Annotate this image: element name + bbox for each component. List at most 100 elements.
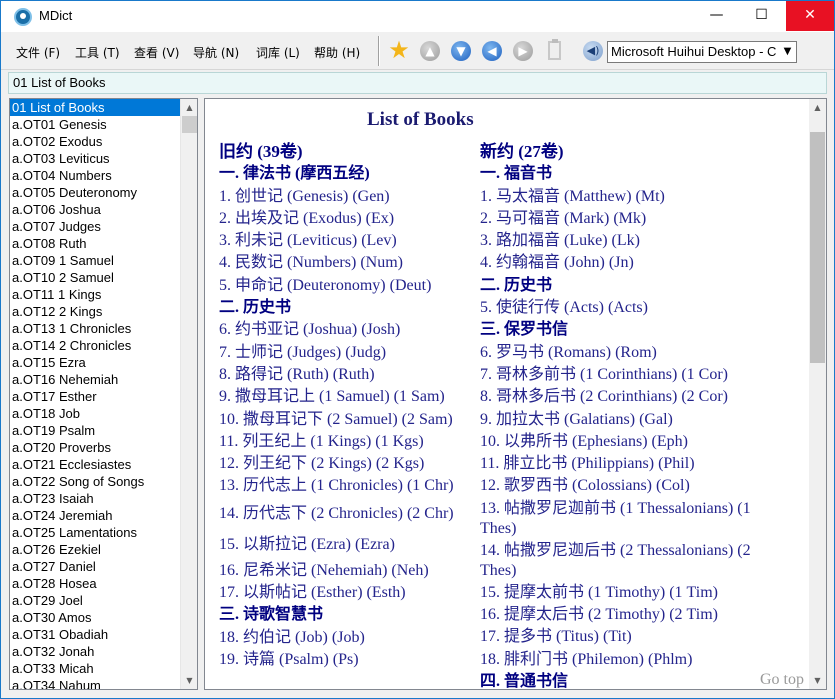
- book-entry[interactable]: 9. 加拉太书 (Galatians) (Gal): [480, 409, 786, 431]
- word-list-item[interactable]: a.OT17 Esther: [10, 388, 181, 405]
- book-entry[interactable]: 3. 利未记 (Leviticus) (Lev): [219, 230, 474, 252]
- word-list-item[interactable]: a.OT30 Amos: [10, 609, 181, 626]
- book-entry[interactable]: 7. 哥林多前书 (1 Corinthians) (1 Cor): [480, 364, 786, 386]
- word-list-item[interactable]: a.OT31 Obadiah: [10, 626, 181, 643]
- copy-button[interactable]: [542, 39, 566, 63]
- word-list-item[interactable]: a.OT25 Lamentations: [10, 524, 181, 541]
- book-entry[interactable]: 19. 诗篇 (Psalm) (Ps): [219, 649, 474, 671]
- book-entry[interactable]: 15. 以斯拉记 (Ezra) (Ezra): [219, 529, 474, 560]
- scroll-up-icon[interactable]: ▲: [181, 99, 197, 116]
- word-list-item[interactable]: a.OT34 Nahum: [10, 677, 181, 689]
- chevron-down-icon[interactable]: ▼: [779, 42, 796, 62]
- menu-file[interactable]: 文件 (F): [16, 44, 60, 61]
- book-entry[interactable]: 8. 哥林多后书 (2 Corinthians) (2 Cor): [480, 386, 786, 408]
- book-entry[interactable]: 1. 马太福音 (Matthew) (Mt): [480, 186, 786, 208]
- word-list-item[interactable]: a.OT06 Joshua: [10, 201, 181, 218]
- book-entry[interactable]: 6. 约书亚记 (Joshua) (Josh): [219, 319, 474, 341]
- book-entry[interactable]: 18. 腓利门书 (Philemon) (Phlm): [480, 649, 786, 671]
- word-list-scroll-thumb[interactable]: [182, 116, 197, 133]
- maximize-button[interactable]: ☐: [739, 1, 784, 31]
- content-scrollbar[interactable]: ▲ ▼: [809, 99, 826, 689]
- word-list-item[interactable]: a.OT01 Genesis: [10, 116, 181, 133]
- book-entry[interactable]: 13. 帖撒罗尼迦前书 (1 Thessalonians) (1 Thes): [480, 498, 786, 540]
- menu-navigate[interactable]: 导航 (N): [193, 44, 239, 61]
- word-list-item[interactable]: a.OT22 Song of Songs: [10, 473, 181, 490]
- word-list-item[interactable]: a.OT09 1 Samuel: [10, 252, 181, 269]
- book-entry[interactable]: 9. 撒母耳记上 (1 Samuel) (1 Sam): [219, 386, 474, 408]
- word-list-item[interactable]: a.OT13 1 Chronicles: [10, 320, 181, 337]
- book-entry[interactable]: 15. 提摩太前书 (1 Timothy) (1 Tim): [480, 582, 786, 604]
- word-list-scrollbar[interactable]: ▲ ▼: [180, 99, 197, 689]
- scroll-down-icon[interactable]: ▼: [809, 672, 826, 689]
- menu-view[interactable]: 查看 (V): [134, 44, 179, 61]
- word-list-item[interactable]: a.OT32 Jonah: [10, 643, 181, 660]
- forward-button[interactable]: ▶: [511, 39, 535, 63]
- word-list-item[interactable]: a.OT23 Isaiah: [10, 490, 181, 507]
- word-list-item[interactable]: a.OT16 Nehemiah: [10, 371, 181, 388]
- word-list-item[interactable]: a.OT04 Numbers: [10, 167, 181, 184]
- book-entry[interactable]: 8. 路得记 (Ruth) (Ruth): [219, 364, 474, 386]
- book-entry[interactable]: 4. 约翰福音 (John) (Jn): [480, 252, 786, 274]
- book-entry[interactable]: 16. 尼希米记 (Nehemiah) (Neh): [219, 560, 474, 582]
- book-entry[interactable]: 2. 马可福音 (Mark) (Mk): [480, 208, 786, 230]
- word-list-item[interactable]: a.OT33 Micah: [10, 660, 181, 677]
- book-entry[interactable]: 1. 创世记 (Genesis) (Gen): [219, 186, 474, 208]
- word-list-item[interactable]: a.OT28 Hosea: [10, 575, 181, 592]
- book-entry[interactable]: 3. 路加福音 (Luke) (Lk): [480, 230, 786, 252]
- word-list-item[interactable]: a.OT24 Jeremiah: [10, 507, 181, 524]
- book-entry[interactable]: 17. 提多书 (Titus) (Tit): [480, 626, 786, 648]
- favorite-button[interactable]: ★: [387, 37, 411, 63]
- word-list-item[interactable]: a.OT19 Psalm: [10, 422, 181, 439]
- word-list-item[interactable]: a.OT11 1 Kings: [10, 286, 181, 303]
- word-list-item[interactable]: a.OT02 Exodus: [10, 133, 181, 150]
- scroll-up-icon[interactable]: ▲: [809, 99, 826, 116]
- scroll-down-icon[interactable]: ▼: [181, 672, 197, 689]
- previous-entry-button[interactable]: ▲: [418, 39, 442, 63]
- word-list-item[interactable]: a.OT14 2 Chronicles: [10, 337, 181, 354]
- menu-help[interactable]: 帮助 (H): [314, 44, 360, 61]
- book-entry[interactable]: 4. 民数记 (Numbers) (Num): [219, 252, 474, 274]
- book-entry[interactable]: 7. 士师记 (Judges) (Judg): [219, 342, 474, 364]
- book-entry[interactable]: 12. 列王纪下 (2 Kings) (2 Kgs): [219, 453, 474, 475]
- book-entry[interactable]: 12. 歌罗西书 (Colossians) (Col): [480, 475, 786, 497]
- content-scroll-thumb[interactable]: [810, 132, 825, 363]
- book-entry[interactable]: 16. 提摩太后书 (2 Timothy) (2 Tim): [480, 604, 786, 626]
- book-entry[interactable]: 13. 历代志上 (1 Chronicles) (1 Chr): [219, 475, 474, 497]
- back-button[interactable]: ◀: [480, 39, 504, 63]
- word-list-item[interactable]: a.OT29 Joel: [10, 592, 181, 609]
- voice-select[interactable]: Microsoft Huihui Desktop - C ▼: [607, 41, 797, 63]
- book-entry[interactable]: 2. 出埃及记 (Exodus) (Ex): [219, 208, 474, 230]
- word-list-item[interactable]: a.OT15 Ezra: [10, 354, 181, 371]
- search-input[interactable]: 01 List of Books: [8, 72, 827, 94]
- book-entry[interactable]: 18. 约伯记 (Job) (Job): [219, 627, 474, 649]
- word-list-item[interactable]: a.OT26 Ezekiel: [10, 541, 181, 558]
- word-list-item[interactable]: a.OT05 Deuteronomy: [10, 184, 181, 201]
- menu-library[interactable]: 词库 (L): [256, 44, 300, 61]
- word-list-item[interactable]: a.OT21 Ecclesiastes: [10, 456, 181, 473]
- word-list-item[interactable]: a.OT18 Job: [10, 405, 181, 422]
- book-entry[interactable]: 14. 历代志下 (2 Chronicles) (2 Chr): [219, 498, 474, 529]
- book-entry[interactable]: 17. 以斯帖记 (Esther) (Esth): [219, 582, 474, 604]
- book-entry[interactable]: 14. 帖撒罗尼迦后书 (2 Thessalonians) (2 Thes): [480, 540, 786, 582]
- speak-button[interactable]: ◀): [581, 39, 605, 63]
- book-entry[interactable]: 5. 申命记 (Deuteronomy) (Deut): [219, 275, 474, 297]
- book-entry[interactable]: 5. 使徒行传 (Acts) (Acts): [480, 297, 786, 319]
- close-button[interactable]: ✕: [786, 1, 834, 31]
- word-list-item[interactable]: a.OT07 Judges: [10, 218, 181, 235]
- word-list-item[interactable]: a.OT03 Leviticus: [10, 150, 181, 167]
- next-entry-button[interactable]: ▼: [449, 39, 473, 63]
- book-entry[interactable]: 11. 腓立比书 (Philippians) (Phil): [480, 453, 786, 475]
- book-entry[interactable]: 6. 罗马书 (Romans) (Rom): [480, 342, 786, 364]
- menu-tools[interactable]: 工具 (T): [75, 44, 120, 61]
- word-list-item[interactable]: a.OT08 Ruth: [10, 235, 181, 252]
- word-list-item[interactable]: a.OT27 Daniel: [10, 558, 181, 575]
- word-list-item[interactable]: 01 List of Books: [10, 99, 181, 116]
- book-entry[interactable]: 11. 列王纪上 (1 Kings) (1 Kgs): [219, 431, 474, 453]
- word-list-item[interactable]: a.OT10 2 Samuel: [10, 269, 181, 286]
- book-entry[interactable]: 10. 以弗所书 (Ephesians) (Eph): [480, 431, 786, 453]
- minimize-button[interactable]: —: [694, 1, 739, 31]
- word-list-item[interactable]: a.OT20 Proverbs: [10, 439, 181, 456]
- word-list-item[interactable]: a.OT12 2 Kings: [10, 303, 181, 320]
- book-entry[interactable]: 10. 撒母耳记下 (2 Samuel) (2 Sam): [219, 409, 474, 431]
- go-top-link[interactable]: Go top: [760, 671, 804, 689]
